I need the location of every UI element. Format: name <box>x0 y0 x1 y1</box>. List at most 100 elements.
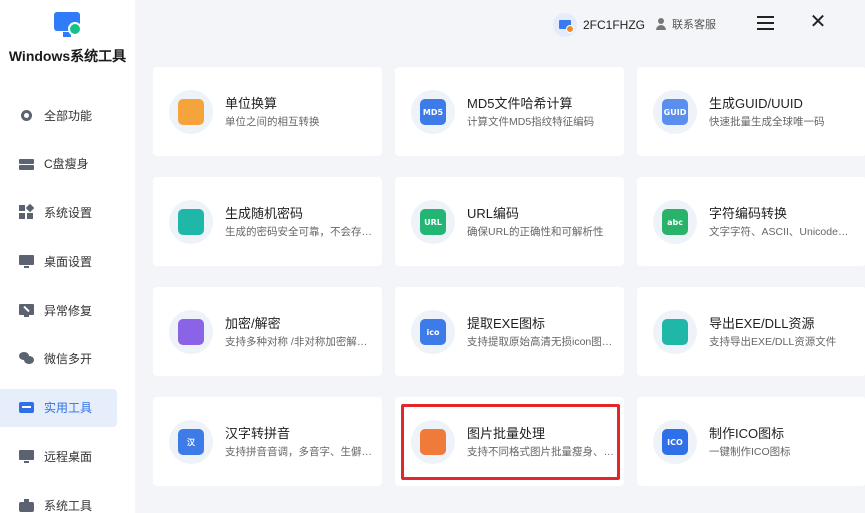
tool-description: 支持拼音音调，多音字、生僻… <box>225 446 372 458</box>
pinyin-icon: 汉 <box>169 420 213 464</box>
disk-icon <box>19 156 34 171</box>
sidebar-item-label: 系统工具 <box>44 498 93 513</box>
monitor-icon <box>19 254 34 269</box>
tool-icon-glyph <box>178 209 204 235</box>
support-button[interactable]: 联系客服 <box>655 16 716 32</box>
tool-title: 图片批量处理 <box>467 426 546 441</box>
sidebar-item-system-settings[interactable]: 系统设置 <box>0 194 135 232</box>
sidebar-item-label: 异常修复 <box>44 303 93 318</box>
tool-icon-glyph: 汉 <box>178 429 204 455</box>
support-label: 联系客服 <box>672 19 716 31</box>
device-shield-icon <box>553 13 577 37</box>
guid-icon: GUID <box>653 90 697 134</box>
tool-card[interactable]: 加密/解密支持多种对称 /非对称加密解… <box>153 287 382 376</box>
tool-icon-glyph: MD5 <box>420 99 446 125</box>
device-id: 2FC1FHZG <box>583 18 646 32</box>
tool-description: 一键制作ICO图标 <box>709 446 791 458</box>
calculator-icon <box>169 90 213 134</box>
tool-description: 支持多种对称 /非对称加密解… <box>225 336 368 348</box>
app-title: Windows系统工具 <box>8 48 127 64</box>
tool-icon-glyph: GUID <box>662 99 688 125</box>
tool-icon-glyph <box>178 99 204 125</box>
app-logo-block: Windows系统工具 <box>0 10 135 66</box>
tool-title: 字符编码转换 <box>709 206 788 221</box>
tool-card[interactable]: ICO 制作ICO图标 一键制作ICO图标 <box>637 397 865 486</box>
tool-description: 文字字符、ASCII、Unicode… <box>709 226 849 238</box>
sidebar-nav: 全部功能 C盘瘦身 系统设置 桌面设置 异常修复 微信多开 实用工具 远程桌面 … <box>0 96 135 513</box>
tool-icon-glyph: ico <box>420 319 446 345</box>
tool-card[interactable]: 单位换算单位之间的相互转换 <box>153 67 382 156</box>
tool-description: 单位之间的相互转换 <box>225 116 320 128</box>
image-icon <box>411 420 455 464</box>
sidebar-item-label: 桌面设置 <box>44 254 93 269</box>
repair-icon <box>19 303 34 318</box>
tool-description: 支持提取原始高清无损icon图… <box>467 336 613 348</box>
tool-description: 生成的密码安全可靠，不会存… <box>225 226 372 238</box>
tool-icon-glyph <box>420 429 446 455</box>
grid-icon <box>19 203 35 220</box>
tool-card[interactable]: 导出EXE/DLL资源 支持导出EXE/DLL资源文件 <box>637 287 865 376</box>
tool-title: 制作ICO图标 <box>709 426 785 441</box>
top-header: 2FC1FHZG 联系客服 ✕ <box>135 0 865 52</box>
tool-card[interactable]: 生成随机密码生成的密码安全可靠，不会存… <box>153 177 382 266</box>
layers-icon <box>653 310 697 354</box>
remote-icon <box>19 449 34 464</box>
ico-make-icon: ICO <box>653 420 697 464</box>
tool-description: 支持导出EXE/DLL资源文件 <box>709 336 837 348</box>
tool-description: 计算文件MD5指纹特征编码 <box>467 116 595 128</box>
tool-card[interactable]: URL URL编码确保URL的正确性和可解析性 <box>395 177 624 266</box>
sidebar-item-utility-tools[interactable]: 实用工具 <box>0 388 117 427</box>
url-icon: URL <box>411 200 455 244</box>
toolbox-icon <box>19 400 34 415</box>
sidebar-item-all-functions[interactable]: 全部功能 <box>0 96 135 134</box>
tool-description: 快速批量生成全球唯一码 <box>709 116 825 128</box>
abc-icon: abc <box>653 200 697 244</box>
close-icon[interactable]: ✕ <box>809 12 827 32</box>
tool-card[interactable]: MD5 MD5文件哈希计算计算文件MD5指纹特征编码 <box>395 67 624 156</box>
tool-icon-glyph: ICO <box>662 429 688 455</box>
gear-icon <box>19 108 34 123</box>
tool-icon-glyph: abc <box>662 209 688 235</box>
tool-card[interactable]: 汉 汉字转拼音支持拼音音调，多音字、生僻… <box>153 397 382 486</box>
tool-title: 单位换算 <box>225 96 278 111</box>
tool-card[interactable]: ico 提取EXE图标支持提取原始高清无损icon图… <box>395 287 624 376</box>
sidebar-item-c-drive[interactable]: C盘瘦身 <box>0 145 135 183</box>
sidebar-item-label: 远程桌面 <box>44 450 93 465</box>
tool-title: 生成随机密码 <box>225 206 304 221</box>
sidebar-item-label: 全部功能 <box>44 108 93 123</box>
md5-icon: MD5 <box>411 90 455 134</box>
tool-icon-glyph <box>662 319 688 345</box>
sidebar: Windows系统工具 全部功能 C盘瘦身 系统设置 桌面设置 异常修复 微信多… <box>0 0 135 513</box>
tool-description: 确保URL的正确性和可解析性 <box>467 226 604 238</box>
tool-icon-glyph <box>178 319 204 345</box>
briefcase-icon <box>19 498 34 513</box>
tool-card[interactable]: abc 字符编码转换文字字符、ASCII、Unicode… <box>637 177 865 266</box>
sidebar-item-remote-desktop[interactable]: 远程桌面 <box>0 438 135 476</box>
sidebar-item-wechat[interactable]: 微信多开 <box>0 340 135 378</box>
tool-card[interactable]: GUID 生成GUID/UUID 快速批量生成全球唯一码 <box>637 67 865 156</box>
tool-title: MD5文件哈希计算 <box>467 96 573 111</box>
database-icon <box>169 310 213 354</box>
lock-icon <box>169 200 213 244</box>
tool-title: URL编码 <box>467 206 520 221</box>
tool-title: 加密/解密 <box>225 316 281 331</box>
sidebar-item-repair[interactable]: 异常修复 <box>0 291 135 329</box>
tool-title: 提取EXE图标 <box>467 316 546 331</box>
user-icon <box>655 18 667 30</box>
sidebar-item-system-tools[interactable]: 系统工具 <box>0 486 135 513</box>
tool-title: 汉字转拼音 <box>225 426 291 441</box>
wechat-icon <box>19 351 34 366</box>
tool-icon-glyph: URL <box>420 209 446 235</box>
sidebar-item-label: 微信多开 <box>44 352 93 367</box>
tool-card[interactable]: 图片批量处理支持不同格式图片批量瘦身、… <box>395 397 624 486</box>
ico-extract-icon: ico <box>411 310 455 354</box>
device-badge[interactable]: 2FC1FHZG <box>553 13 645 37</box>
sidebar-item-label: C盘瘦身 <box>44 157 89 172</box>
tool-title: 生成GUID/UUID <box>709 96 803 111</box>
tool-description: 支持不同格式图片批量瘦身、… <box>467 446 614 458</box>
sidebar-item-desktop-settings[interactable]: 桌面设置 <box>0 242 135 280</box>
sidebar-item-label: 实用工具 <box>44 401 93 416</box>
sidebar-item-label: 系统设置 <box>44 206 93 221</box>
menu-button[interactable] <box>757 15 775 31</box>
app-logo-icon <box>52 10 84 40</box>
